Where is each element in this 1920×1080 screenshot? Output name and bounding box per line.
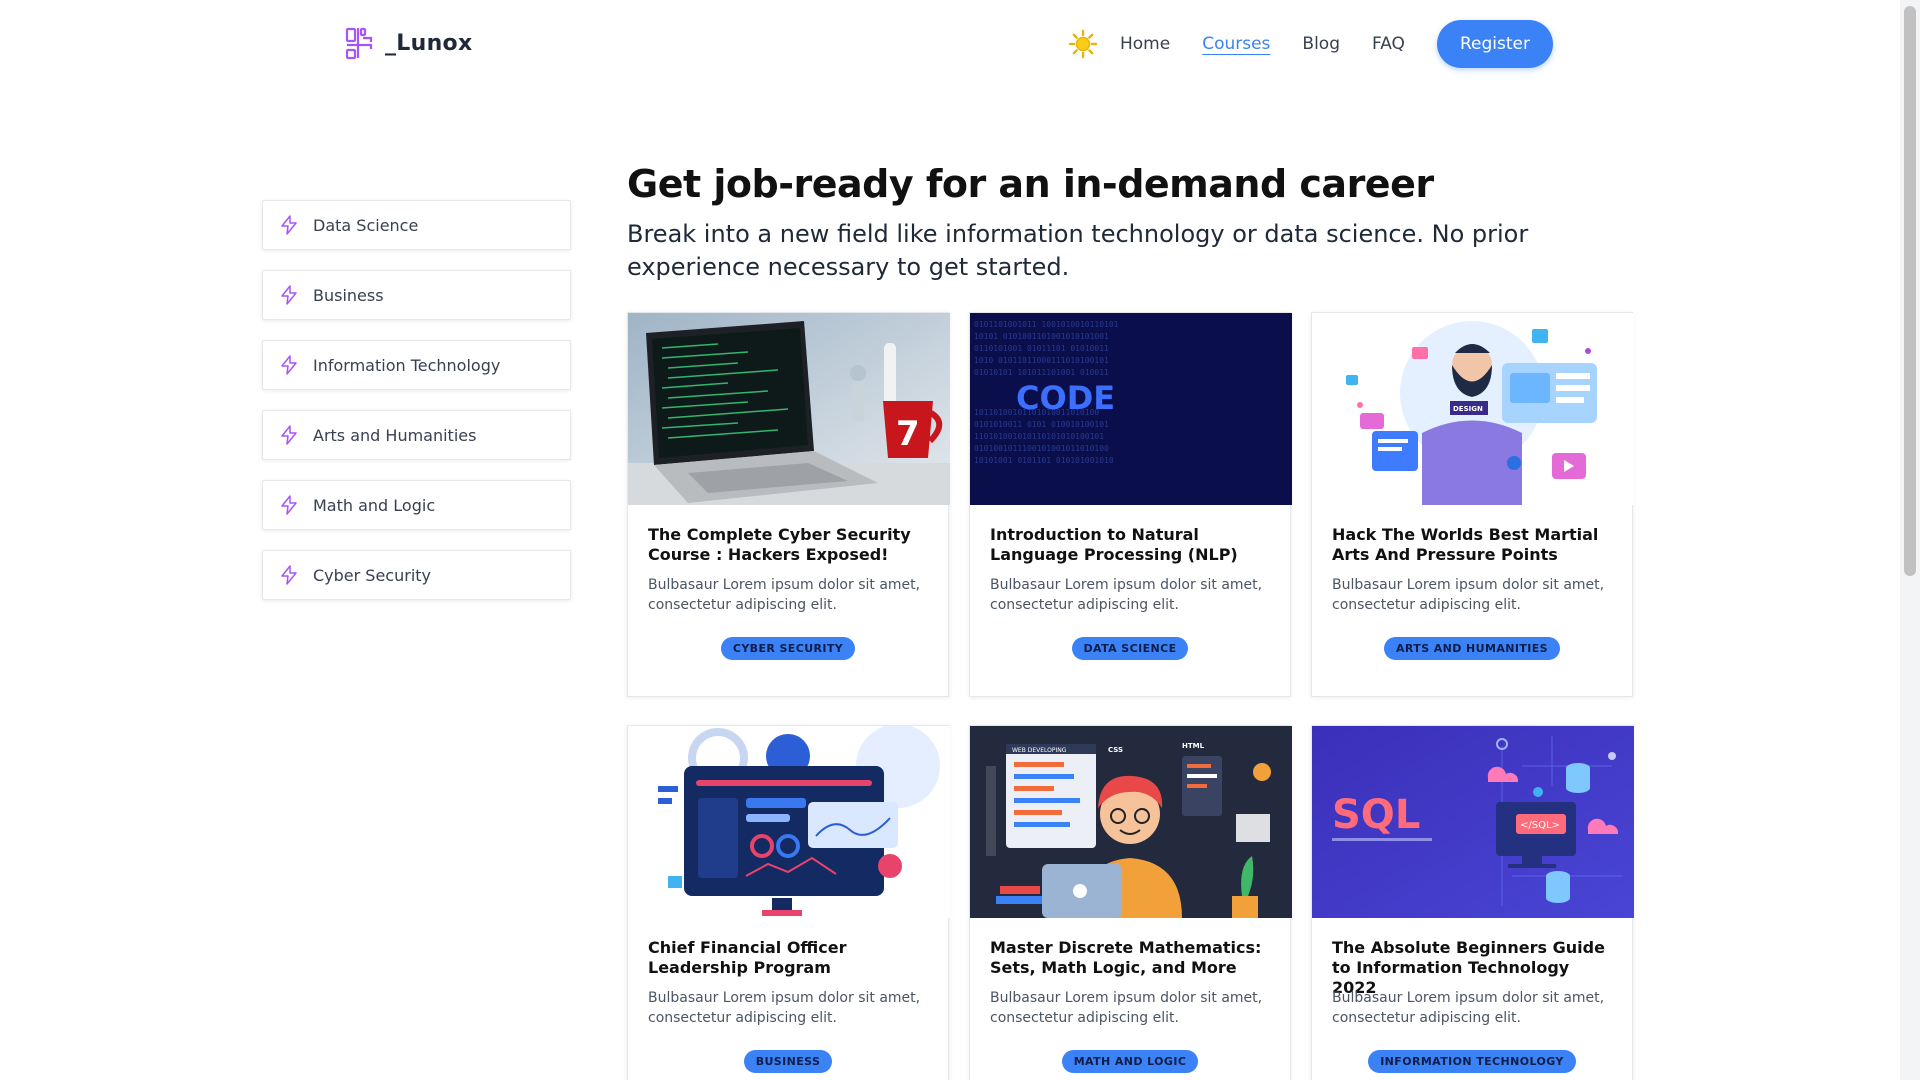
sidebar-item-label: Arts and Humanities [313, 425, 477, 445]
course-card[interactable]: DESIGN Hack The Worlds Best Martial Arts… [1311, 312, 1634, 697]
course-title[interactable]: Introduction to Natural Language Process… [990, 525, 1270, 565]
course-title[interactable]: The Complete Cyber Security Course : Hac… [648, 525, 928, 565]
course-title[interactable]: The Absolute Beginners Guide to Informat… [1332, 938, 1612, 997]
laptop-code-photo: 7 [628, 313, 950, 505]
svg-text:1010 01011011000111010100101: 1010 01011011000111010100101 [974, 356, 1109, 365]
lightning-icon [281, 495, 297, 515]
nav-faq[interactable]: FAQ [1372, 34, 1405, 54]
course-description: Bulbasaur Lorem ipsum dolor sit amet, co… [1332, 990, 1605, 1026]
sidebar-item-business[interactable]: Business [262, 270, 571, 320]
course-title[interactable]: Hack The Worlds Best Martial Arts And Pr… [1332, 525, 1612, 565]
sidebar-item-label: Cyber Security [313, 565, 432, 585]
sql-title-text: SQL [1332, 792, 1420, 838]
site-header: _Lunox Home Courses Blog FAQ Register [0, 0, 1900, 88]
logo-icon [345, 27, 373, 60]
category-sidebar: Data Science Business Information Techno… [262, 200, 571, 620]
course-card[interactable]: 0101101001011 1001010010110101 10101 010… [969, 312, 1292, 697]
category-badge[interactable]: BUSINESS [743, 1050, 833, 1073]
page-subtitle: Break into a new field like information … [627, 220, 1529, 281]
sidebar-item-information-technology[interactable]: Information Technology [262, 340, 571, 390]
course-title[interactable]: Chief Financial Officer Leadership Progr… [648, 938, 928, 978]
lightning-icon [281, 425, 297, 445]
course-card[interactable]: WEB DEVELOPING CSS HTML Master Discrete … [969, 725, 1292, 1080]
svg-text:0101101001011 1001010010110101: 0101101001011 1001010010110101 [974, 320, 1119, 329]
nav-blog[interactable]: Blog [1302, 34, 1340, 54]
web-developer-illustration: WEB DEVELOPING CSS HTML [970, 726, 1292, 918]
category-badge[interactable]: ARTS AND HUMANITIES [1384, 637, 1560, 660]
lightning-icon [281, 285, 297, 305]
sql-tag-text: </SQL> [1520, 820, 1560, 831]
sidebar-item-arts-and-humanities[interactable]: Arts and Humanities [262, 410, 571, 460]
category-badge[interactable]: DATA SCIENCE [1071, 637, 1189, 660]
svg-text:0101001011100101001011010100: 0101001011100101001011010100 [974, 444, 1109, 453]
sql-database-illustration: SQL </SQL> [1312, 726, 1634, 918]
course-grid: 7 The Complete Cyber Security Course : H… [627, 312, 1637, 1080]
course-description: Bulbasaur Lorem ipsum dolor sit amet, co… [990, 577, 1263, 613]
svg-text:10101 0101001101001010101001: 10101 0101001101001010101001 [974, 332, 1109, 341]
lightning-icon [281, 355, 297, 375]
category-badge[interactable]: INFORMATION TECHNOLOGY [1368, 1050, 1576, 1073]
category-badge[interactable]: CYBER SECURITY [720, 637, 856, 660]
course-card[interactable]: 7 The Complete Cyber Security Course : H… [627, 312, 950, 697]
sidebar-item-label: Information Technology [313, 355, 501, 375]
sidebar-item-label: Business [313, 285, 384, 305]
course-description: Bulbasaur Lorem ipsum dolor sit amet, co… [648, 577, 921, 613]
sidebar-item-data-science[interactable]: Data Science [262, 200, 571, 250]
code-binary-illustration: 0101101001011 1001010010110101 10101 010… [970, 313, 1292, 505]
scrollbar-thumb[interactable] [1904, 6, 1916, 576]
nav-courses[interactable]: Courses [1202, 34, 1270, 54]
brand-name: _Lunox [385, 30, 473, 56]
sun-icon[interactable] [1068, 29, 1098, 59]
brand-logo[interactable]: _Lunox [345, 26, 472, 60]
course-title[interactable]: Master Discrete Mathematics: Sets, Math … [990, 938, 1270, 978]
course-description: Bulbasaur Lorem ipsum dolor sit amet, co… [1332, 577, 1605, 613]
course-card[interactable]: SQL </SQL> The Absolute Beginners Guide … [1311, 725, 1634, 1080]
svg-text:110101001010110101010100101: 110101001010110101010100101 [974, 432, 1104, 441]
page-scrollbar[interactable] [1900, 0, 1920, 1080]
css-text: CSS [1108, 746, 1123, 754]
sidebar-item-label: Math and Logic [313, 495, 436, 515]
svg-text:01010101 101011101001 010011: 01010101 101011101001 010011 [974, 368, 1109, 377]
lightning-icon [281, 565, 297, 585]
web-developing-text: WEB DEVELOPING [1012, 747, 1067, 754]
lightning-icon [281, 215, 297, 235]
register-button[interactable]: Register [1436, 20, 1553, 68]
design-text: DESIGN [1453, 405, 1483, 413]
sidebar-item-cyber-security[interactable]: Cyber Security [262, 550, 571, 600]
main-nav: Home Courses Blog FAQ Register [1068, 20, 1553, 68]
course-description: Bulbasaur Lorem ipsum dolor sit amet, co… [648, 990, 921, 1026]
sidebar-item-label: Data Science [313, 215, 419, 235]
html-text: HTML [1182, 742, 1205, 750]
designer-illustration: DESIGN [1312, 313, 1634, 505]
page-title: Get job-ready for an in-demand career [627, 162, 1434, 206]
code-text: CODE [1016, 379, 1115, 417]
main-intro: Get job-ready for an in-demand career Br… [627, 162, 1637, 284]
svg-text:7: 7 [896, 414, 920, 454]
nav-home[interactable]: Home [1120, 34, 1170, 54]
dashboard-illustration [628, 726, 950, 918]
category-badge[interactable]: MATH AND LOGIC [1061, 1050, 1199, 1073]
svg-text:0110101001 01011101 01010011: 0110101001 01011101 01010011 [974, 344, 1109, 353]
course-description: Bulbasaur Lorem ipsum dolor sit amet, co… [990, 990, 1263, 1026]
course-card[interactable]: Chief Financial Officer Leadership Progr… [627, 725, 950, 1080]
svg-text:10101001 0101101 010101001010: 10101001 0101101 010101001010 [974, 456, 1114, 465]
svg-text:0101010011 0101 010010100101: 0101010011 0101 010010100101 [974, 420, 1109, 429]
sidebar-item-math-and-logic[interactable]: Math and Logic [262, 480, 571, 530]
